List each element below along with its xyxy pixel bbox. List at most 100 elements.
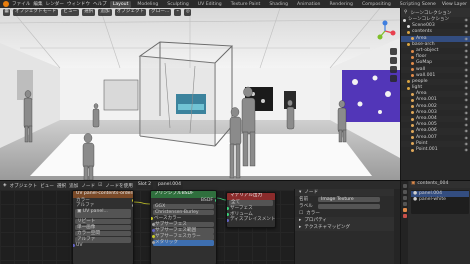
outliner-item-type-icon — [411, 123, 414, 127]
workspace-tab-uv-editing[interactable]: UV Editing — [195, 1, 225, 8]
metallic-field[interactable]: メタリック — [151, 240, 214, 246]
use-nodes-label: ノードを使用 — [105, 183, 133, 189]
texture-mapping-section-title: テクスチャマッピング — [304, 225, 351, 230]
material-sphere-icon: ● — [413, 197, 418, 202]
workspace-tab-scripting[interactable]: Scripting — [397, 1, 423, 8]
menu-file[interactable]: ファイル — [12, 1, 30, 7]
outliner-item-label: Point.001 — [416, 146, 438, 152]
workspace-tab-rendering[interactable]: Rendering — [326, 1, 355, 8]
object-tab-icon[interactable] — [402, 208, 407, 212]
color-checkbox[interactable]: ☐ — [299, 210, 303, 217]
node-menu-select[interactable]: 選択 — [57, 183, 66, 189]
gizmo-z-axis[interactable] — [382, 20, 388, 26]
workspace-tab-layout[interactable]: Layout — [109, 0, 132, 8]
outliner-filter-icon[interactable]: ⚲ — [404, 10, 407, 15]
outliner-item-type-icon — [411, 117, 414, 121]
tool-tab-icon[interactable] — [402, 184, 407, 188]
node-name-field[interactable]: Image Texture — [318, 196, 380, 203]
node-color-row[interactable]: ☐ カラー — [295, 210, 400, 217]
node-output-bsdf: BSDF — [151, 198, 216, 204]
subsurface-color-field[interactable]: サブサーフェスカラー — [151, 234, 214, 240]
scene-selector[interactable]: Scene — [422, 2, 436, 7]
menu-help[interactable]: ヘルプ — [93, 1, 107, 7]
node-menu-object[interactable]: オブジェクト — [10, 183, 38, 189]
outliner-item-type-icon — [411, 111, 414, 115]
viewport-menu-view[interactable]: ビュー — [61, 9, 80, 16]
object-name[interactable]: contents_004 — [417, 181, 448, 188]
use-nodes-checkbox[interactable]: ☑ — [98, 183, 102, 188]
zoom-icon[interactable] — [390, 48, 397, 55]
viewport-menu-select[interactable]: 選択 — [82, 9, 96, 16]
node-menu-add[interactable]: 追加 — [69, 183, 78, 189]
properties-body: ▣ contents_004 ● panel.004 ● panel-white — [409, 181, 470, 214]
blender-logo-icon[interactable] — [3, 1, 9, 7]
material-output-node-title[interactable]: マテリアル出力 — [227, 193, 275, 200]
workspace-tab-sculpting[interactable]: Sculpting — [164, 1, 191, 8]
snap-icon[interactable]: ⌁ — [174, 9, 182, 16]
color-space-dropdown[interactable]: カラー空間 — [75, 230, 131, 237]
menu-window[interactable]: ウィンドウ — [67, 1, 90, 7]
interpolation-dropdown[interactable]: リピート — [75, 218, 131, 225]
proportional-edit-icon[interactable]: ◎ — [184, 9, 192, 16]
principled-bsdf-node[interactable]: プリンシプルBSDF BSDF GGX Christensen-Burley ベ… — [150, 190, 217, 264]
perspective-toggle-icon[interactable] — [390, 75, 397, 82]
node-label-field[interactable] — [318, 203, 380, 210]
workspace-tab-texture-paint[interactable]: Texture Paint — [228, 1, 264, 8]
slot-dropdown[interactable]: Slot 2 — [135, 182, 154, 189]
material-slot-list[interactable]: ● panel.004 ● panel-white — [411, 189, 469, 214]
outliner-tree: シーンコレクション ◉ Scene003 ◉ contents ◉ Area ◉ base-ar… — [401, 17, 470, 153]
menu-render[interactable]: レンダー — [46, 1, 64, 7]
outliner-item-type-icon — [411, 142, 414, 146]
subsurface-radius-field[interactable]: サブサーフェス範囲 — [151, 227, 214, 234]
gizmo-y-axis[interactable] — [377, 34, 383, 40]
outliner-panel: ⚲ シーンコレクション シーンコレクション ◉ Scene003 ◉ contents ◉… — [400, 8, 470, 180]
image-texture-node[interactable]: UV panel-contents-orderby.pb カラー アルファ ▣ … — [72, 190, 134, 264]
pan-icon[interactable] — [390, 57, 397, 64]
projection-dropdown[interactable]: 単一画像 — [75, 224, 131, 231]
top-menu-bar: ファイル 編集 レンダー ウィンドウ ヘルプ Layout Modeling S… — [0, 0, 470, 8]
workspace-tab-compositing[interactable]: Compositing — [359, 1, 394, 8]
properties-editor: ▣ contents_004 ● panel.004 ● panel-white — [400, 180, 470, 264]
workspace-tab-shading[interactable]: Shading — [266, 1, 291, 8]
visibility-eye-icon[interactable]: ◉ — [465, 147, 469, 153]
texture-mapping-section-header[interactable]: ▸ テクスチャマッピング — [295, 224, 400, 231]
navigation-gizmo[interactable] — [374, 20, 396, 42]
menu-edit[interactable]: 編集 — [33, 1, 42, 7]
transform-orientation-dropdown[interactable]: グロー... — [149, 9, 172, 16]
target-dropdown[interactable]: 全て — [229, 200, 273, 206]
workspace-tab-animation[interactable]: Animation — [294, 1, 323, 8]
viewport-header: ▦ オブジェクトモード ビュー 選択 追加 オブジェクト グロー... ⌁ ◎ — [0, 8, 400, 17]
outliner-item[interactable]: Point.001 ◉ — [401, 147, 470, 153]
workspace-tab-modeling[interactable]: Modeling — [134, 1, 161, 8]
image-file-field[interactable]: ▣ UV panel... — [75, 209, 131, 219]
viewport-menu-object[interactable]: オブジェクト — [114, 9, 147, 16]
outliner-item-type-icon — [411, 37, 414, 41]
subsurface-method-dropdown[interactable]: Christensen-Burley — [153, 209, 214, 216]
node-input-base-color[interactable]: ベースカラー — [151, 216, 216, 222]
editor-type-icon[interactable]: ▦ — [3, 9, 10, 16]
material-slot-item[interactable]: ● panel-white — [411, 197, 469, 204]
alpha-mode-dropdown[interactable]: アルファ — [75, 236, 131, 243]
render-tab-icon[interactable] — [402, 190, 407, 194]
node-menu-node[interactable]: ノード — [81, 183, 95, 189]
distribution-dropdown[interactable]: GGX — [153, 203, 214, 210]
node-editor-type-icon[interactable]: ◈ — [3, 183, 7, 188]
gizmo-x-axis[interactable] — [390, 30, 396, 36]
camera-view-icon[interactable] — [390, 66, 397, 73]
object-mode-dropdown[interactable]: オブジェクトモード — [13, 9, 59, 16]
node-label-label: ラベル — [299, 204, 313, 209]
properties-section-header[interactable]: ▸ プロパティ — [295, 217, 400, 224]
material-selector[interactable]: panel.004 — [156, 182, 183, 189]
outliner-item-type-icon — [407, 30, 410, 34]
view-layer-selector[interactable]: View Layer — [442, 2, 467, 7]
subsurface-field[interactable]: サブサーフェス — [151, 221, 214, 228]
material-output-node[interactable]: マテリアル出力 全て サーフェス ボリューム ディスプレイスメント — [226, 192, 276, 228]
outliner-item-type-icon — [411, 68, 414, 72]
material-tab-icon[interactable] — [402, 214, 407, 218]
node-section-header[interactable]: ▾ ノード — [295, 189, 400, 196]
scene-tab-icon[interactable] — [402, 202, 407, 206]
3d-viewport[interactable]: ▦ オブジェクトモード ビュー 選択 追加 オブジェクト グロー... ⌁ ◎ — [0, 8, 400, 180]
viewport-menu-add[interactable]: 追加 — [98, 9, 112, 16]
node-menu-view[interactable]: ビュー — [40, 183, 54, 189]
output-tab-icon[interactable] — [402, 196, 407, 200]
